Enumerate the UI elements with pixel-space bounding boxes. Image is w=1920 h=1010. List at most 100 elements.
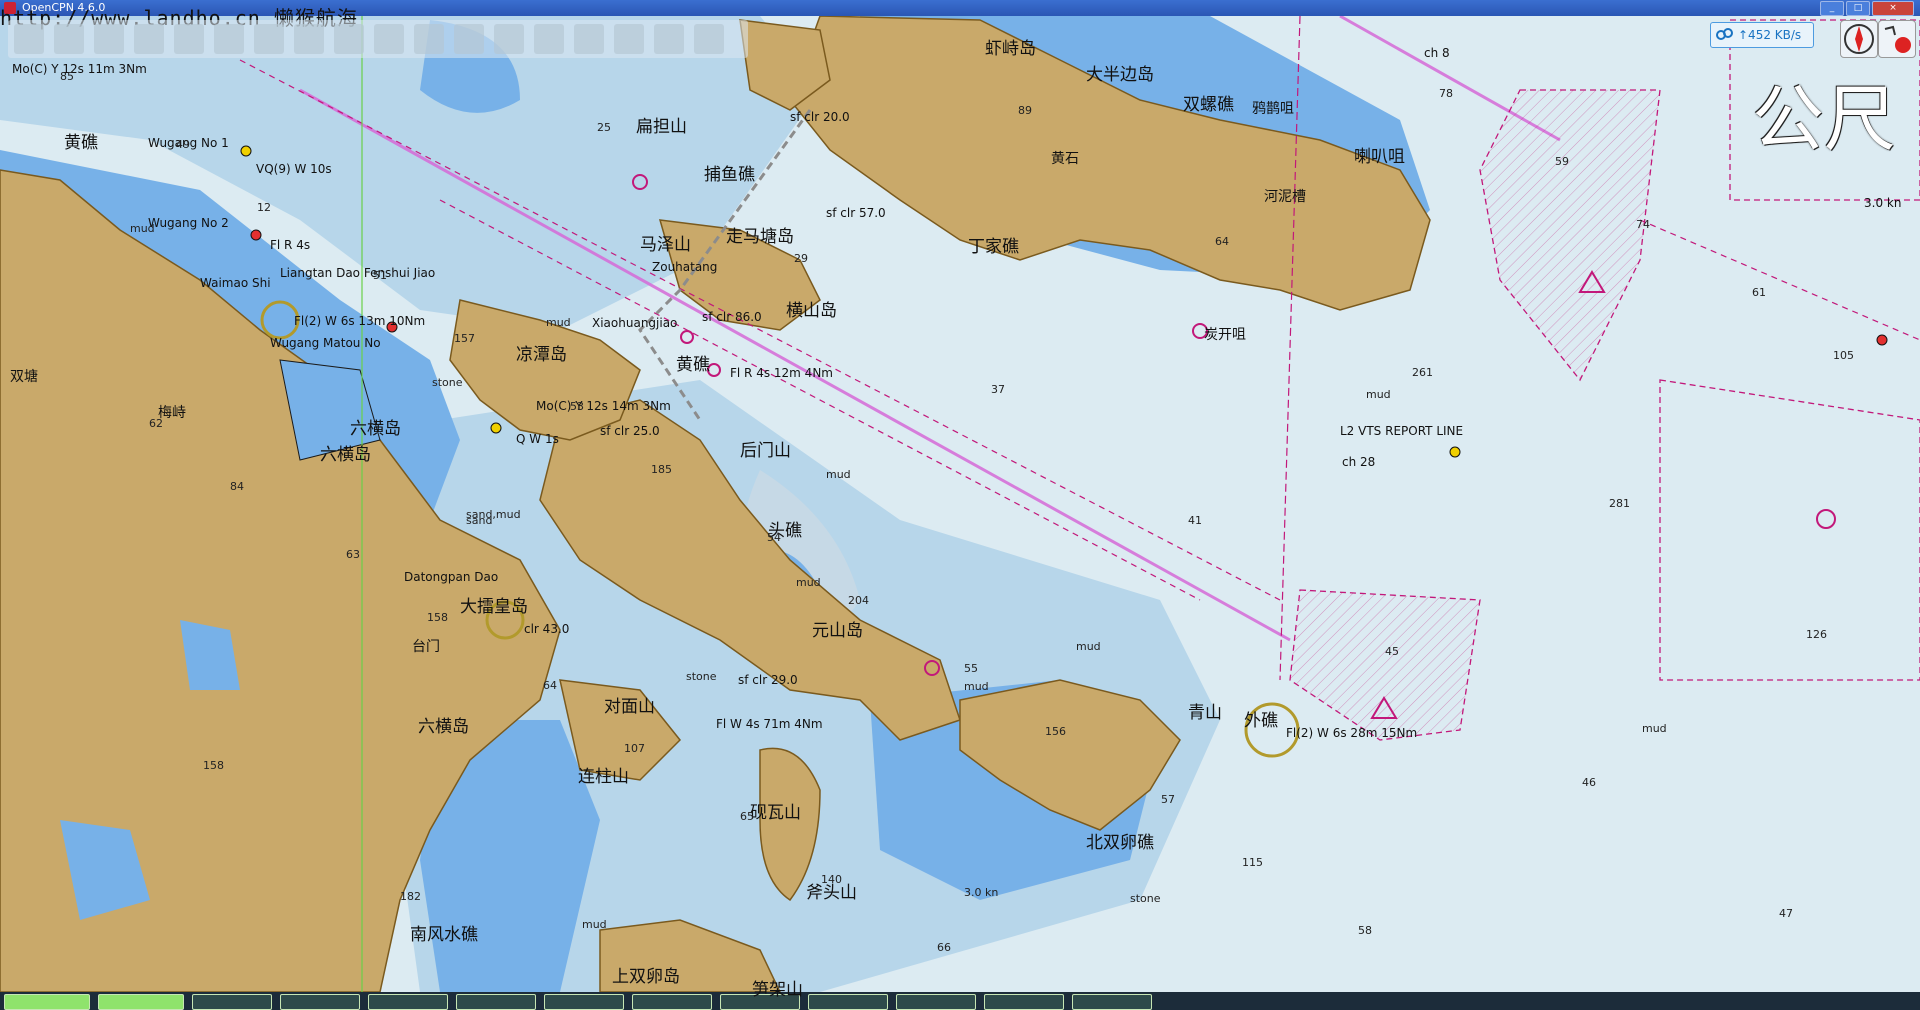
- place-label[interactable]: 大半边岛: [1086, 60, 1154, 85]
- color-button[interactable]: [654, 24, 684, 54]
- nav-aid-label[interactable]: Mo(C) Y 12s 14m 3Nm: [536, 399, 671, 413]
- nav-aid-label[interactable]: sf clr 20.0: [790, 110, 850, 124]
- place-label[interactable]: 黄礁: [676, 350, 710, 375]
- place-label[interactable]: 对面山: [604, 692, 655, 717]
- status-panel[interactable]: [632, 994, 712, 1010]
- place-label[interactable]: 后门山: [740, 436, 791, 461]
- nav-aid-label[interactable]: Wugang No 2: [148, 216, 229, 230]
- place-label[interactable]: 虾峙岛: [985, 34, 1036, 59]
- place-label[interactable]: 六横岛: [320, 440, 371, 465]
- nav-aid-label[interactable]: VQ(9) W 10s: [256, 162, 332, 176]
- status-panel[interactable]: [192, 994, 272, 1010]
- mob-button[interactable]: [614, 24, 644, 54]
- place-label[interactable]: 喇叭咀: [1354, 142, 1405, 167]
- place-label[interactable]: 扁担山: [636, 112, 687, 137]
- maximize-button[interactable]: □: [1846, 1, 1870, 16]
- gps-status-icon[interactable]: [1878, 20, 1916, 58]
- place-label[interactable]: 横山岛: [786, 296, 837, 321]
- measure-button[interactable]: [334, 24, 364, 54]
- place-label[interactable]: 南风水礁: [410, 920, 478, 945]
- place-label[interactable]: 马泽山: [640, 230, 691, 255]
- tide-button[interactable]: [454, 24, 484, 54]
- buoy-icon[interactable]: [1449, 446, 1461, 458]
- buoy-icon[interactable]: [1876, 334, 1888, 346]
- buoy-icon[interactable]: [240, 145, 252, 157]
- place-label[interactable]: 连柱山: [578, 762, 629, 787]
- waypoint-button[interactable]: [254, 24, 284, 54]
- status-panel[interactable]: [544, 994, 624, 1010]
- place-label[interactable]: 六横岛: [418, 712, 469, 737]
- zoom-in-button[interactable]: [14, 24, 44, 54]
- nav-aid-label[interactable]: L2 VTS REPORT LINE: [1340, 424, 1463, 438]
- nav-aid-label[interactable]: sf clr 86.0: [702, 310, 762, 324]
- print-button[interactable]: [414, 24, 444, 54]
- place-label[interactable]: 台门: [412, 636, 440, 656]
- ais-button[interactable]: [294, 24, 324, 54]
- nav-aid-label[interactable]: Fl(2) W 6s 28m 15Nm: [1286, 726, 1417, 740]
- status-panel[interactable]: [280, 994, 360, 1010]
- settings-button[interactable]: [534, 24, 564, 54]
- status-panel[interactable]: [984, 994, 1064, 1010]
- compass-icon[interactable]: [1840, 20, 1878, 58]
- nav-aid-label[interactable]: ch 28: [1342, 455, 1375, 469]
- place-label[interactable]: 砚瓦山: [750, 798, 801, 823]
- nav-aid-label[interactable]: Waimao Shi: [200, 276, 271, 290]
- track-button[interactable]: [374, 24, 404, 54]
- layers-button[interactable]: [694, 24, 724, 54]
- nav-aid-label[interactable]: sf clr 25.0: [600, 424, 660, 438]
- place-label[interactable]: 鸦鹊咀: [1252, 98, 1294, 118]
- status-panel[interactable]: [1072, 994, 1152, 1010]
- status-panel[interactable]: [456, 994, 536, 1010]
- nav-aid-label[interactable]: ch 8: [1424, 46, 1450, 60]
- place-label[interactable]: 双螺礁: [1183, 90, 1234, 115]
- nav-aid-label[interactable]: sf clr 57.0: [826, 206, 886, 220]
- status-panel[interactable]: [98, 994, 184, 1010]
- zoom-out-button[interactable]: [54, 24, 84, 54]
- place-label[interactable]: 黄石: [1051, 148, 1079, 168]
- route-button[interactable]: [214, 24, 244, 54]
- place-label[interactable]: 河泥槽: [1264, 186, 1306, 206]
- place-label[interactable]: 大擂皇岛: [460, 592, 528, 617]
- buoy-icon[interactable]: [250, 229, 262, 241]
- place-label[interactable]: 北双卵礁: [1086, 828, 1154, 853]
- nav-aid-label[interactable]: Fl W 4s 71m 4Nm: [716, 717, 823, 731]
- place-label[interactable]: 走马塘岛: [726, 222, 794, 247]
- status-panel[interactable]: [808, 994, 888, 1010]
- place-label[interactable]: 黄礁: [64, 128, 98, 153]
- place-label[interactable]: 青山: [1188, 698, 1222, 723]
- scale-in-button[interactable]: [94, 24, 124, 54]
- place-label[interactable]: 丁家礁: [968, 232, 1019, 257]
- place-label[interactable]: 上双卵岛: [612, 962, 680, 987]
- place-label[interactable]: 双塘: [10, 366, 38, 386]
- buoy-icon[interactable]: [490, 422, 502, 434]
- nav-aid-label[interactable]: clr 43.0: [524, 622, 569, 636]
- place-label[interactable]: 捕鱼礁: [704, 160, 755, 185]
- pan-button[interactable]: [174, 24, 204, 54]
- nav-aid-label[interactable]: Datongpan Dao: [404, 570, 498, 584]
- place-label[interactable]: 笋架山: [752, 975, 803, 1000]
- place-label[interactable]: 凉潭岛: [516, 340, 567, 365]
- nav-aid-label[interactable]: Fl R 4s: [270, 238, 310, 252]
- minimize-button[interactable]: _: [1820, 1, 1844, 16]
- nav-aid-label[interactable]: Q W 1s: [516, 432, 559, 446]
- nav-aid-label[interactable]: Wugang Matou No: [270, 336, 381, 350]
- nav-aid-label[interactable]: sf clr 29.0: [738, 673, 798, 687]
- nav-aid-label[interactable]: Fl(2) W 6s 13m 10Nm: [294, 314, 425, 328]
- status-panel[interactable]: [896, 994, 976, 1010]
- place-label[interactable]: 炭开咀: [1204, 324, 1246, 344]
- place-label[interactable]: 六横岛: [350, 414, 401, 439]
- place-label[interactable]: 外礁: [1244, 706, 1278, 731]
- nav-aid-label[interactable]: Zouhatang: [652, 260, 717, 274]
- close-button[interactable]: ×: [1872, 1, 1914, 16]
- nav-aid-label[interactable]: Fl R 4s 12m 4Nm: [730, 366, 833, 380]
- nav-aid-label[interactable]: Liangtan Dao Fenshui Jiao: [280, 266, 435, 280]
- place-label[interactable]: 元山岛: [812, 616, 863, 641]
- nav-aid-label[interactable]: Mo(C) Y 12s 11m 3Nm: [12, 62, 147, 76]
- nav-aid-label[interactable]: Xiaohuangjiao: [592, 316, 677, 330]
- help-button[interactable]: [574, 24, 604, 54]
- current-button[interactable]: [494, 24, 524, 54]
- scale-out-button[interactable]: [134, 24, 164, 54]
- status-panel[interactable]: [368, 994, 448, 1010]
- network-speed-badge[interactable]: ↑452 KB/s: [1710, 22, 1814, 48]
- status-panel[interactable]: [4, 994, 90, 1010]
